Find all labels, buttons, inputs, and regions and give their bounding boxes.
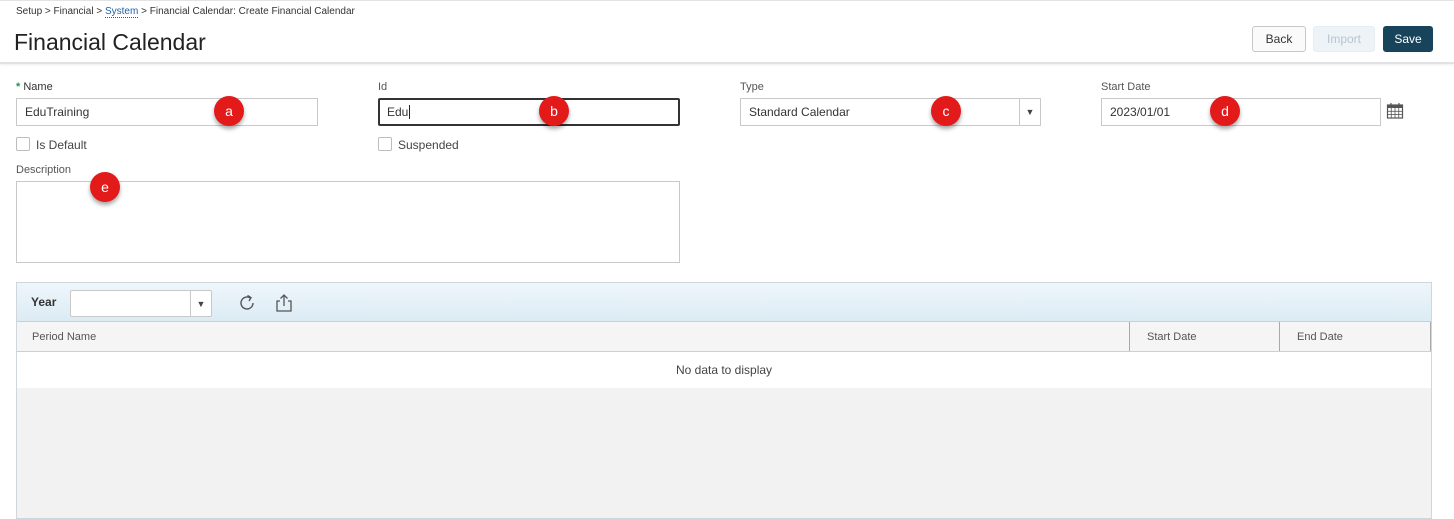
breadcrumb-setup[interactable]: Setup xyxy=(16,6,42,17)
text-cursor xyxy=(409,105,411,119)
breadcrumb-current: Financial Calendar: Create Financial Cal… xyxy=(149,6,355,17)
start-date-input[interactable]: 2023/01/01 xyxy=(1101,98,1381,126)
column-resize-handle[interactable] xyxy=(1129,322,1130,351)
name-input[interactable]: EduTraining xyxy=(16,98,318,126)
save-button[interactable]: Save xyxy=(1383,26,1433,52)
chevron-down-icon[interactable]: ▼ xyxy=(1019,99,1040,125)
top-border xyxy=(0,0,1454,1)
callout-badge-b: b xyxy=(539,96,569,126)
name-label: * Name xyxy=(16,81,53,93)
column-header-end-date[interactable]: End Date xyxy=(1297,331,1343,343)
type-select-value: Standard Calendar xyxy=(749,105,850,119)
name-input-value: EduTraining xyxy=(25,105,90,119)
type-select[interactable]: Standard Calendar ▼ xyxy=(740,98,1041,126)
name-label-text: Name xyxy=(23,81,53,93)
grid-empty-message: No data to display xyxy=(17,352,1431,388)
description-label: Description xyxy=(16,164,72,176)
year-label: Year xyxy=(31,295,57,309)
refresh-icon[interactable] xyxy=(236,292,258,314)
grid-header-row xyxy=(17,322,1431,352)
id-input-value: Edu xyxy=(387,105,409,119)
calendar-icon[interactable] xyxy=(1386,102,1404,120)
export-icon[interactable] xyxy=(273,292,295,314)
suspended-label: Suspended xyxy=(398,138,459,152)
column-header-start-date[interactable]: Start Date xyxy=(1147,331,1197,343)
breadcrumb-separator: > xyxy=(96,6,103,17)
callout-badge-c: c xyxy=(931,96,961,126)
suspended-checkbox[interactable] xyxy=(378,137,392,151)
grid-toolbar xyxy=(17,283,1431,322)
breadcrumb-financial[interactable]: Financial xyxy=(54,6,94,17)
start-date-value: 2023/01/01 xyxy=(1110,105,1171,119)
breadcrumb-system-link[interactable]: System xyxy=(104,6,139,18)
breadcrumb-separator: > xyxy=(141,6,147,17)
type-label: Type xyxy=(740,81,764,93)
column-header-period-name[interactable]: Period Name xyxy=(32,331,96,343)
id-label: Id xyxy=(378,81,388,93)
is-default-label: Is Default xyxy=(36,138,87,152)
back-button[interactable]: Back xyxy=(1252,26,1306,52)
chevron-down-icon[interactable]: ▼ xyxy=(190,291,211,316)
required-marker: * xyxy=(16,81,21,93)
breadcrumb: Setup > Financial > System > Financial C… xyxy=(16,6,355,18)
callout-badge-a: a xyxy=(214,96,244,126)
header-divider xyxy=(0,62,1454,64)
callout-badge-d: d xyxy=(1210,96,1240,126)
column-resize-handle[interactable] xyxy=(1430,322,1431,351)
import-button[interactable]: Import xyxy=(1313,26,1375,52)
breadcrumb-separator: > xyxy=(44,6,51,17)
page-title: Financial Calendar xyxy=(14,29,206,55)
callout-badge-e: e xyxy=(90,172,120,202)
start-date-label: Start Date xyxy=(1101,81,1151,93)
is-default-checkbox[interactable] xyxy=(16,137,30,151)
column-resize-handle[interactable] xyxy=(1279,322,1280,351)
year-select[interactable]: ▼ xyxy=(70,290,212,317)
id-input[interactable]: Edu xyxy=(378,98,680,126)
